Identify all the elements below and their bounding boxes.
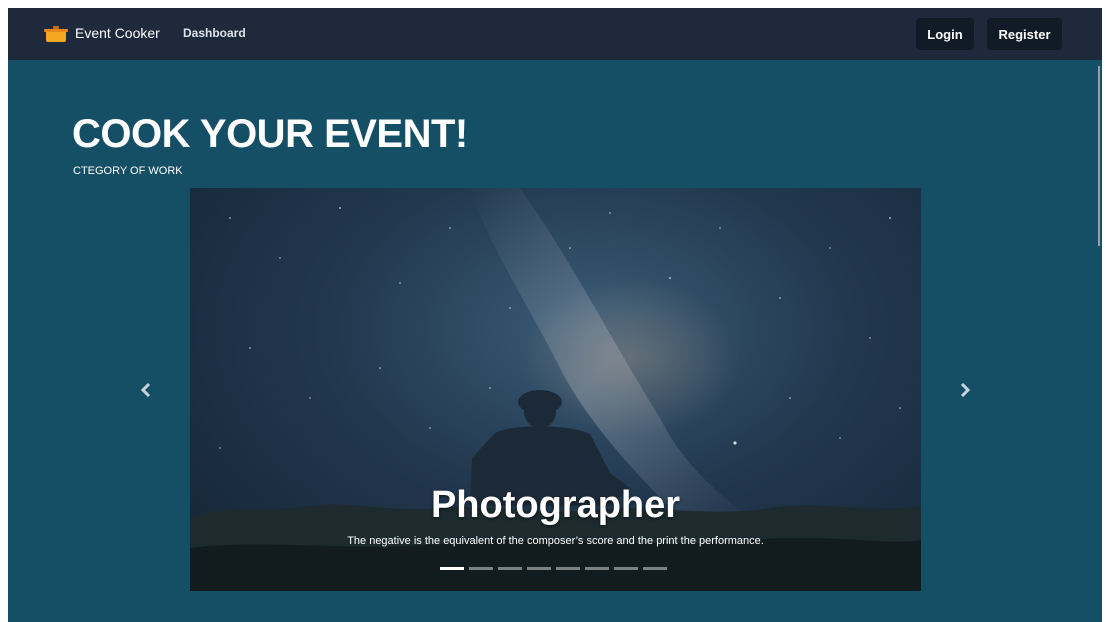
carousel-indicator[interactable] bbox=[614, 567, 638, 570]
cooking-pot-icon bbox=[44, 26, 68, 42]
carousel-indicator[interactable] bbox=[585, 567, 609, 570]
carousel-indicator[interactable] bbox=[527, 567, 551, 570]
brand-link[interactable]: Event Cooker bbox=[44, 23, 160, 43]
slide-image bbox=[190, 188, 921, 591]
carousel-indicator[interactable] bbox=[440, 567, 464, 570]
page-frame: Event Cooker Dashboard Login Register CO… bbox=[8, 8, 1102, 622]
slide-caption: The negative is the equivalent of the co… bbox=[347, 535, 764, 547]
carousel-indicator[interactable] bbox=[643, 567, 667, 570]
navbar: Event Cooker Dashboard Login Register bbox=[8, 8, 1102, 60]
carousel-indicator[interactable] bbox=[469, 567, 493, 570]
slide-title: Photographer bbox=[430, 484, 681, 526]
brand-name: Event Cooker bbox=[75, 25, 160, 41]
carousel-indicator[interactable] bbox=[498, 567, 522, 570]
carousel-indicators bbox=[440, 567, 667, 570]
nav-dashboard-link[interactable]: Dashboard bbox=[183, 26, 246, 40]
chevron-left-icon bbox=[140, 383, 151, 397]
scrollbar-thumb[interactable] bbox=[1098, 66, 1100, 246]
carousel-next-button[interactable] bbox=[955, 380, 975, 400]
chevron-right-icon bbox=[960, 383, 971, 397]
carousel-prev-button[interactable] bbox=[136, 380, 156, 400]
hero-subtitle: CTEGORY OF WORK bbox=[73, 165, 183, 177]
register-button[interactable]: Register bbox=[987, 18, 1062, 50]
page-scrollbar[interactable] bbox=[1098, 60, 1102, 622]
login-button[interactable]: Login bbox=[916, 18, 974, 50]
carousel-indicator[interactable] bbox=[556, 567, 580, 570]
hero-title: COOK YOUR EVENT! bbox=[72, 112, 468, 156]
carousel: Photographer The negative is the equival… bbox=[190, 188, 921, 591]
